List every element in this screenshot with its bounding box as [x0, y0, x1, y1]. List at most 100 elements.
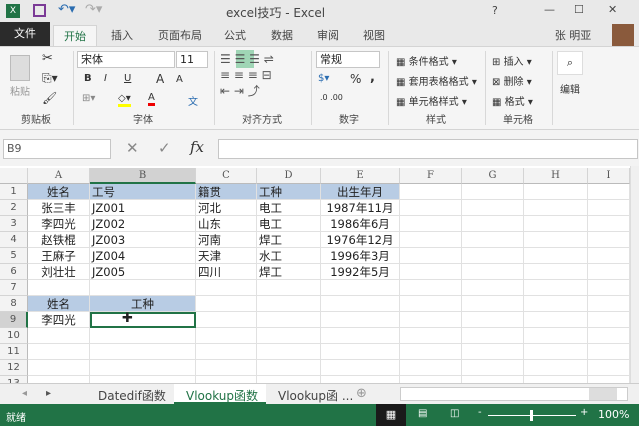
cell[interactable] [90, 328, 196, 344]
cell[interactable] [257, 376, 321, 383]
font-color-button[interactable]: A [148, 92, 155, 106]
cell[interactable] [321, 280, 400, 296]
column-header[interactable]: C [196, 168, 257, 184]
cell[interactable] [90, 360, 196, 376]
zoom-out-button[interactable]: - [478, 407, 482, 418]
tab-insert[interactable]: 插入 [100, 25, 144, 46]
cell[interactable] [524, 264, 588, 280]
cell[interactable] [588, 264, 630, 280]
font-size-select[interactable]: 11 [176, 51, 208, 68]
cell[interactable]: 1987年11月 [321, 200, 400, 216]
cell[interactable] [462, 312, 524, 328]
font-name-select[interactable]: 宋体 [77, 51, 175, 68]
cell[interactable] [196, 344, 257, 360]
cell[interactable] [588, 200, 630, 216]
cell[interactable]: 赵铁棍 [28, 232, 90, 248]
insert-cells-button[interactable]: ⊞ 插入 ▾ [492, 53, 532, 68]
percent-button[interactable]: % [350, 72, 361, 86]
cell[interactable] [400, 280, 462, 296]
save-icon[interactable] [33, 4, 46, 17]
cell[interactable] [400, 376, 462, 383]
cell[interactable]: 李四光 [28, 312, 90, 328]
cell[interactable] [524, 344, 588, 360]
cell[interactable] [90, 344, 196, 360]
cell[interactable] [321, 344, 400, 360]
cell[interactable] [400, 344, 462, 360]
fill-color-icon[interactable]: ◇▾ [118, 93, 131, 107]
cell[interactable] [257, 328, 321, 344]
cell[interactable] [196, 280, 257, 296]
horizontal-scrollbar[interactable] [400, 387, 628, 401]
row-header[interactable]: 12 [0, 360, 28, 376]
cell-styles-button[interactable]: ▦ 单元格样式 ▾ [396, 93, 467, 108]
conditional-format-button[interactable]: ▦ 条件格式 ▾ [396, 53, 457, 68]
cell[interactable]: JZ001 [90, 200, 196, 216]
cell[interactable]: 姓名 [28, 184, 90, 200]
format-cells-button[interactable]: ▦ 格式 ▾ [492, 93, 533, 108]
cell[interactable] [400, 184, 462, 200]
tab-formulas[interactable]: 公式 [215, 25, 255, 46]
sheet-tab-vlookup[interactable]: Vlookup函数 [174, 384, 266, 404]
zoom-slider[interactable] [488, 410, 576, 421]
bold-button[interactable]: B [84, 73, 92, 84]
cell[interactable] [196, 328, 257, 344]
cell[interactable] [400, 232, 462, 248]
paste-button[interactable]: 粘贴 [10, 83, 30, 98]
add-sheet-icon[interactable]: ⊕ [356, 386, 367, 401]
decimal-icons[interactable]: .0 .00 [320, 93, 343, 102]
table-format-button[interactable]: ▦ 套用表格格式 ▾ [396, 73, 477, 88]
cell[interactable] [400, 200, 462, 216]
cell[interactable] [524, 232, 588, 248]
column-header[interactable]: G [462, 168, 524, 184]
sheet-tab-datedif[interactable]: Datedif函数 [98, 387, 166, 404]
page-layout-view-icon[interactable]: ▤ [418, 408, 427, 419]
cell[interactable] [462, 296, 524, 312]
cell[interactable] [588, 312, 630, 328]
cell[interactable]: 刘壮壮 [28, 264, 90, 280]
cell[interactable] [28, 328, 90, 344]
cell[interactable]: 工号 [90, 184, 196, 200]
formula-input[interactable] [218, 139, 638, 159]
cell[interactable]: 张三丰 [28, 200, 90, 216]
tab-page-layout[interactable]: 页面布局 [150, 25, 210, 46]
cell[interactable] [462, 376, 524, 383]
cell[interactable] [400, 296, 462, 312]
alignment-icons[interactable]: ☰ ☰ ☰ ⇌ ≡ ≡ ≡ ⊟ ⇤ ⇥ ⤴ [220, 51, 274, 99]
cell[interactable]: 天津 [196, 248, 257, 264]
cell[interactable] [257, 296, 321, 312]
cell[interactable] [462, 344, 524, 360]
column-header[interactable]: H [524, 168, 588, 184]
cell[interactable]: 1992年5月 [321, 264, 400, 280]
undo-icon[interactable]: ↶▾ [58, 2, 75, 17]
cell[interactable]: 焊工 [257, 264, 321, 280]
selected-cell[interactable] [90, 312, 196, 328]
copy-icon[interactable]: ⎘▾ [42, 71, 58, 86]
cell[interactable] [400, 248, 462, 264]
cell[interactable] [588, 296, 630, 312]
name-box[interactable]: B9 [3, 139, 111, 159]
cell[interactable]: 电工 [257, 216, 321, 232]
cell[interactable] [588, 248, 630, 264]
accounting-icon[interactable]: $▾ [318, 73, 329, 84]
binoculars-icon[interactable]: ⌕ [557, 51, 583, 75]
cut-icon[interactable]: ✂ [42, 51, 53, 66]
cell[interactable]: JZ005 [90, 264, 196, 280]
tab-view[interactable]: 视图 [354, 25, 394, 46]
paste-icon[interactable] [10, 55, 30, 81]
cell[interactable]: JZ003 [90, 232, 196, 248]
cell[interactable] [321, 312, 400, 328]
cell[interactable]: 河南 [196, 232, 257, 248]
column-header[interactable]: A [28, 168, 90, 184]
cell[interactable] [196, 376, 257, 383]
cell[interactable] [400, 264, 462, 280]
cell[interactable] [257, 344, 321, 360]
cell[interactable] [321, 360, 400, 376]
cell[interactable] [28, 280, 90, 296]
cell[interactable]: 焊工 [257, 232, 321, 248]
page-break-view-icon[interactable]: ◫ [450, 408, 459, 419]
editing-button[interactable]: 编辑 [560, 81, 580, 96]
cell[interactable] [196, 296, 257, 312]
cell[interactable]: 1986年6月 [321, 216, 400, 232]
column-header[interactable]: E [321, 168, 400, 184]
cell[interactable] [462, 232, 524, 248]
